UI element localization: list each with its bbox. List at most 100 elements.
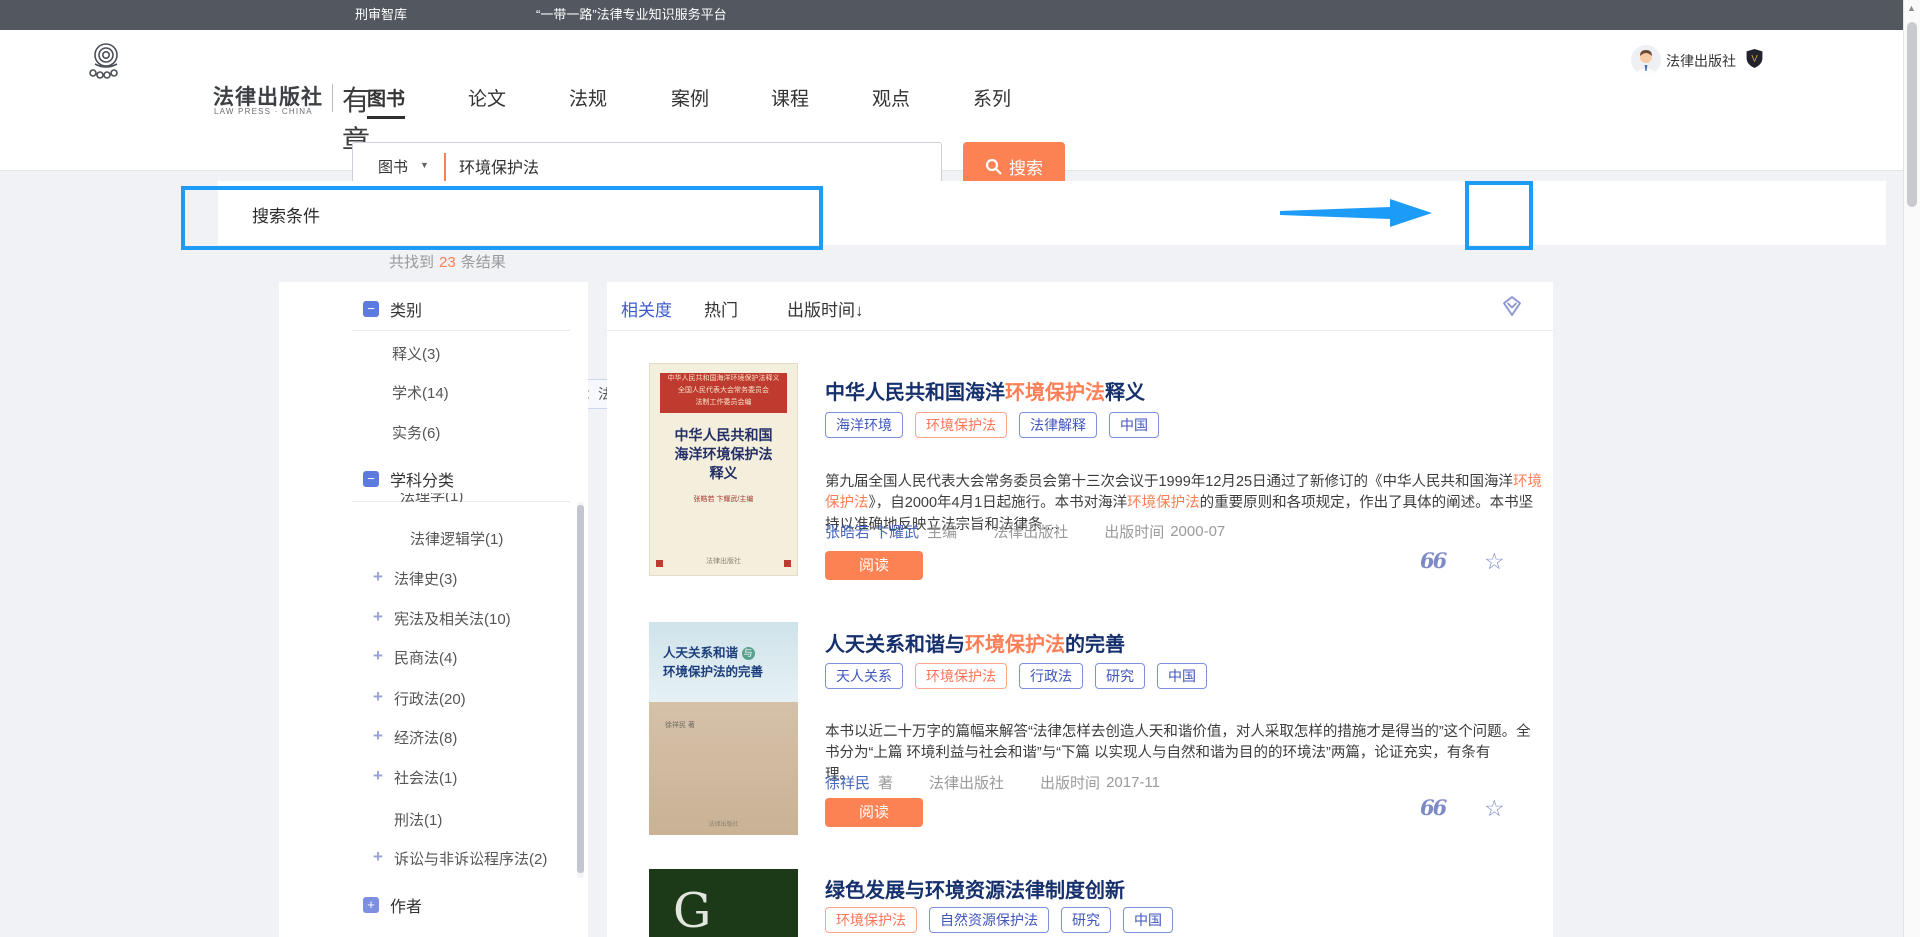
cover-title-line: 环境保护法的完善: [663, 661, 763, 680]
book-tag[interactable]: 环境保护法: [915, 663, 1007, 689]
nav-tab-opinions[interactable]: 观点: [872, 84, 910, 111]
sidebar-item-label: 宪法及相关法(10): [394, 608, 511, 629]
book-tag[interactable]: 中国: [1123, 907, 1173, 933]
nav-tab-papers[interactable]: 论文: [468, 84, 506, 111]
sidebar-item-xianfa[interactable]: + 宪法及相关法(10): [373, 608, 511, 629]
book-title[interactable]: 人天关系和谐与环境保护法的完善: [825, 628, 1125, 657]
book-tag[interactable]: 天人关系: [825, 663, 903, 689]
plus-icon[interactable]: +: [373, 688, 394, 709]
sidebar-item-shiyi[interactable]: 释义(3): [392, 343, 440, 364]
nav-tab-regulations[interactable]: 法规: [569, 84, 607, 111]
book-tag[interactable]: 环境保护法: [825, 907, 917, 933]
book-tag[interactable]: 法律解释: [1019, 412, 1097, 438]
chevron-down-icon[interactable]: ▼: [420, 160, 429, 170]
read-button[interactable]: 阅读: [825, 551, 923, 580]
sidebar-item-jingjifa[interactable]: + 经济法(8): [373, 727, 457, 748]
cover-ornament: [784, 560, 791, 567]
book-title-text: 中华人民共和国海洋: [825, 382, 1005, 404]
book-title[interactable]: 绿色发展与环境资源法律制度创新: [825, 874, 1125, 903]
collapse-icon[interactable]: −: [363, 301, 379, 317]
sort-relevance[interactable]: 相关度: [621, 296, 672, 321]
cover-title: 中华人民共和国 海洋环境保护法 释义: [650, 426, 797, 483]
book-tag[interactable]: 中国: [1109, 412, 1159, 438]
book-cover[interactable]: G: [649, 869, 798, 937]
desc-text: 第九届全国人民代表大会常务委员会第十三次会议于1999年12月25日通过了新修订…: [825, 474, 1513, 490]
book-authors[interactable]: 张皓若 卞耀武: [825, 521, 919, 542]
book-tag[interactable]: 自然资源保护法: [929, 907, 1049, 933]
search-input[interactable]: 环境保护法: [459, 154, 539, 178]
user-name: 法律出版社: [1666, 51, 1736, 71]
book-publisher: 法律出版社: [929, 772, 1004, 793]
plus-icon[interactable]: +: [373, 568, 394, 589]
book-tag[interactable]: 中国: [1157, 663, 1207, 689]
section-category[interactable]: − 类别: [363, 297, 422, 321]
book-pubdate: 2000-07: [1170, 523, 1225, 540]
book-pubdate-label: 出版时间: [1104, 521, 1164, 542]
divider: [607, 330, 1553, 331]
nav-tab-cases[interactable]: 案例: [671, 84, 709, 111]
book-tag[interactable]: 研究: [1095, 663, 1145, 689]
sort-popular[interactable]: 热门: [704, 296, 738, 321]
book-title-text: 人天关系和谐与: [825, 634, 965, 656]
book-authors[interactable]: 徐祥民: [825, 772, 870, 793]
sidebar-item-label: 民商法(4): [394, 647, 457, 668]
plus-icon[interactable]: +: [373, 647, 394, 668]
page-scrollbar-thumb[interactable]: [1907, 22, 1917, 207]
nav-tab-courses[interactable]: 课程: [771, 84, 809, 111]
book-tag[interactable]: 研究: [1061, 907, 1111, 933]
user-menu[interactable]: 法律出版社 V: [1631, 45, 1781, 77]
book-cover[interactable]: 人天关系和谐 与 环境保护法的完善 徐祥民 著 法律出版社: [649, 622, 798, 835]
plus-icon[interactable]: +: [373, 608, 394, 629]
annotation-arrow: [1272, 196, 1442, 232]
book-cover[interactable]: 中华人民共和国海洋环境保护法释义 全国人民代表大会常务委员会 法制工作委员会编 …: [649, 363, 798, 576]
book-tags: 海洋环境 环境保护法 法律解释 中国: [825, 412, 1159, 438]
sidebar-item-xueshu[interactable]: 学术(14): [392, 382, 449, 403]
cover-ornament: [656, 560, 663, 567]
sidebar-item-minshangfa[interactable]: + 民商法(4): [373, 647, 457, 668]
sidebar-item-xingzhengfa[interactable]: + 行政法(20): [373, 688, 466, 709]
read-button[interactable]: 阅读: [825, 798, 923, 827]
star-favorite-icon[interactable]: ☆: [1484, 548, 1505, 575]
expand-icon[interactable]: +: [363, 897, 379, 913]
quote-icon[interactable]: 66: [1420, 795, 1445, 820]
topbar-link-belt-road[interactable]: “一带一路”法律专业知识服务平台: [536, 0, 727, 30]
book-author-role: 主编: [927, 521, 957, 542]
collapse-icon[interactable]: −: [363, 471, 379, 487]
quote-icon[interactable]: 66: [1420, 548, 1445, 573]
book-tag[interactable]: 行政法: [1019, 663, 1083, 689]
book-tag[interactable]: 环境保护法: [915, 412, 1007, 438]
sidebar-scrollbar-thumb[interactable]: [577, 505, 584, 873]
plus-icon[interactable]: +: [373, 727, 394, 748]
filter-gem-icon[interactable]: [1500, 294, 1524, 318]
logo[interactable]: 法律出版社 LAW PRESS · CHINA 有章: [85, 38, 385, 98]
sidebar-item-label: 社会法(1): [394, 767, 457, 788]
section-subject[interactable]: − 学科分类: [363, 467, 454, 491]
sidebar-item-susong[interactable]: + 诉讼与非诉讼程序法(2): [373, 848, 547, 869]
sidebar-item-falvshi[interactable]: + 法律史(3): [373, 568, 457, 589]
nav-tab-series[interactable]: 系列: [973, 84, 1011, 111]
annotation-box-search-conditions: [181, 186, 823, 250]
sort-pubdate-label: 出版时间: [787, 301, 855, 320]
book-tags: 环境保护法 自然资源保护法 研究 中国: [825, 907, 1173, 933]
scrollbar-up-arrow[interactable]: ▲: [1907, 3, 1916, 13]
sort-pubdate[interactable]: 出版时间↓: [787, 296, 864, 321]
sidebar-item-shehuifa[interactable]: + 社会法(1): [373, 767, 457, 788]
lion-logo-icon: [85, 40, 127, 82]
cover-imprint: 法律出版社: [650, 556, 797, 566]
sidebar-item-falvluojixue[interactable]: 法律逻辑学(1): [410, 528, 503, 549]
cover-letter: G: [673, 883, 711, 937]
nav-tab-books[interactable]: 图书: [367, 84, 405, 111]
topbar-link-xingshen[interactable]: 刑审智库: [355, 0, 407, 30]
sidebar-item-clipped[interactable]: 法理学(1): [400, 493, 560, 502]
sidebar-item-shiwu[interactable]: 实务(6): [392, 422, 440, 443]
page: 刑审智库 “一带一路”法律专业知识服务平台 法律出版社 LAW PRESS · …: [0, 0, 1920, 937]
book-tag[interactable]: 海洋环境: [825, 412, 903, 438]
search-category-select[interactable]: 图书: [378, 156, 408, 177]
plus-icon[interactable]: +: [373, 848, 394, 869]
book-title[interactable]: 中华人民共和国海洋环境保护法释义: [825, 376, 1145, 405]
plus-icon[interactable]: +: [373, 767, 394, 788]
section-author[interactable]: + 作者: [363, 893, 422, 917]
sidebar-item-xingfa[interactable]: 刑法(1): [394, 809, 442, 830]
sidebar-item-falixue[interactable]: 法理学(1): [400, 493, 560, 502]
star-favorite-icon[interactable]: ☆: [1484, 795, 1505, 822]
